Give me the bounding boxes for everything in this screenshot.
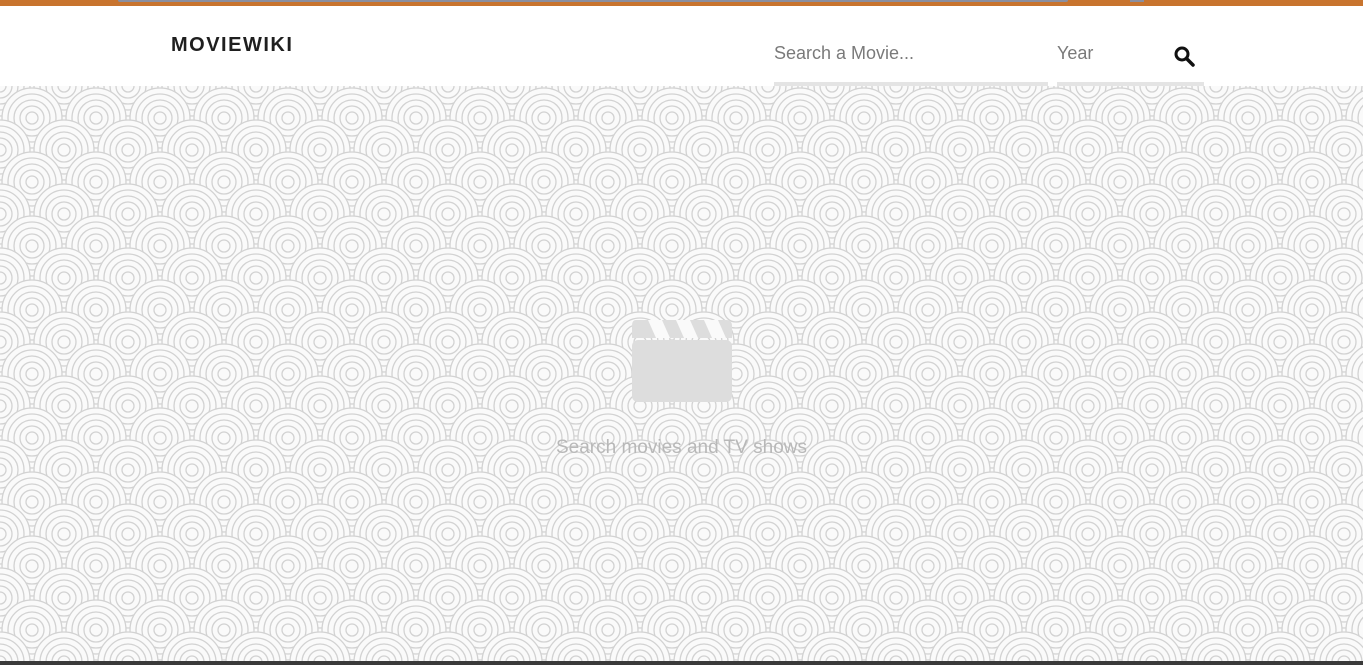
main-content: Search movies and TV shows (0, 86, 1363, 665)
bottom-border (0, 661, 1363, 665)
empty-state: Search movies and TV shows (0, 318, 1363, 459)
clapperboard-icon (631, 320, 732, 402)
search-button[interactable] (1172, 44, 1198, 70)
movie-search-input[interactable] (774, 24, 1048, 82)
search-icon (1174, 46, 1195, 67)
address-bar-edge (118, 0, 1068, 2)
site-logo[interactable]: MOVIEWIKI (171, 34, 293, 57)
site-header: MOVIEWIKI (0, 6, 1363, 86)
movie-search-field (774, 24, 1048, 86)
toolbar-edge (1130, 0, 1144, 2)
empty-state-text: Search movies and TV shows (556, 437, 807, 458)
